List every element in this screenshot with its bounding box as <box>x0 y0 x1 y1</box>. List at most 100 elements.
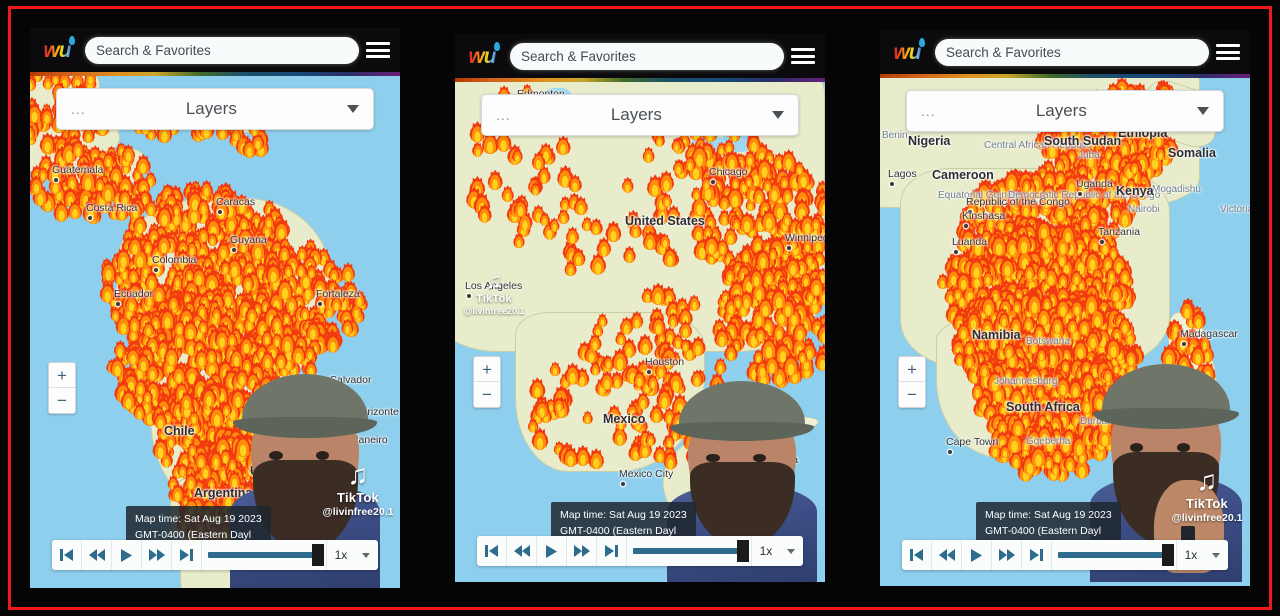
wu-logo-icon[interactable]: wu <box>886 39 928 65</box>
fire-marker <box>1190 386 1204 404</box>
timeline-handle[interactable] <box>1162 544 1174 566</box>
skip-to-end-button[interactable] <box>172 540 202 570</box>
chevron-down-icon[interactable] <box>787 549 795 554</box>
fire-marker <box>1187 388 1204 409</box>
fast-forward-button[interactable] <box>992 540 1022 570</box>
fire-marker <box>744 278 757 294</box>
fire-marker <box>1086 351 1100 369</box>
fire-marker <box>122 228 135 245</box>
animation-player-controls[interactable]: 1x <box>902 540 1228 570</box>
fire-marker <box>1064 379 1078 397</box>
timeline-handle[interactable] <box>737 540 749 562</box>
layers-dropdown[interactable]: ... Layers <box>906 90 1224 132</box>
zoom-out-button[interactable]: − <box>49 388 75 413</box>
skip-to-start-button[interactable] <box>477 536 507 566</box>
map-north-america[interactable]: ... Layers EdmontonUnited StatesChicagoL… <box>455 82 825 582</box>
chevron-down-icon[interactable] <box>1197 107 1209 115</box>
hamburger-icon[interactable] <box>791 46 815 66</box>
chevron-down-icon[interactable] <box>347 105 359 113</box>
city-dot <box>318 302 322 306</box>
fire-marker <box>598 379 612 396</box>
skip-to-end-button[interactable] <box>1022 540 1052 570</box>
fire-marker <box>972 281 983 295</box>
play-button[interactable] <box>537 536 567 566</box>
play-button[interactable] <box>112 540 142 570</box>
fire-marker <box>744 150 757 166</box>
fire-marker <box>127 336 145 359</box>
map-africa[interactable]: ... Layers SudanKanoN'DjamenaNigeriaBeni… <box>880 78 1250 586</box>
zoom-controls[interactable]: + − <box>898 356 926 408</box>
zoom-out-button[interactable]: − <box>474 382 500 407</box>
map-label: Namibia <box>972 328 1021 342</box>
wu-logo-icon[interactable]: wu <box>461 43 503 69</box>
fast-forward-button[interactable] <box>142 540 172 570</box>
wu-logo-icon[interactable]: wu <box>36 37 78 63</box>
zoom-controls[interactable]: + − <box>48 362 76 414</box>
fire-marker <box>234 359 249 378</box>
skip-to-end-button[interactable] <box>597 536 627 566</box>
hamburger-icon[interactable] <box>1216 42 1240 62</box>
skip-to-start-button[interactable] <box>902 540 932 570</box>
fire-marker <box>675 380 686 394</box>
fire-marker <box>1089 376 1105 397</box>
chevron-down-icon[interactable] <box>772 111 784 119</box>
fire-marker <box>165 343 179 361</box>
rewind-button[interactable] <box>507 536 537 566</box>
fire-marker <box>264 265 280 285</box>
zoom-out-button[interactable]: − <box>899 382 925 407</box>
animation-player-controls[interactable]: 1x <box>52 540 378 570</box>
fire-marker <box>1027 291 1038 305</box>
fast-forward-button[interactable] <box>567 536 597 566</box>
fire-marker <box>1058 412 1073 431</box>
fire-marker <box>213 399 230 421</box>
play-button[interactable] <box>962 540 992 570</box>
zoom-in-button[interactable]: + <box>474 357 500 382</box>
timeline-slider[interactable] <box>627 536 751 566</box>
rewind-button[interactable] <box>932 540 962 570</box>
fire-marker <box>198 442 213 461</box>
fire-marker <box>259 374 274 393</box>
fire-marker <box>30 130 37 146</box>
fire-marker <box>955 272 967 287</box>
fire-marker <box>782 353 800 376</box>
chevron-down-icon[interactable] <box>1212 553 1220 558</box>
fire-marker <box>187 442 198 456</box>
map-label: Colombia <box>152 254 196 266</box>
map-south-america[interactable]: ... Layers CubaGuatemalaCosta RicaCaraca… <box>30 76 400 588</box>
layers-dropdown[interactable]: ... Layers <box>56 88 374 130</box>
fire-marker <box>968 257 985 279</box>
fire-marker <box>581 216 593 231</box>
fire-marker <box>261 392 277 412</box>
skip-to-start-button[interactable] <box>52 540 82 570</box>
playback-speed-dropdown[interactable]: 1x <box>1176 540 1228 570</box>
chevron-down-icon[interactable] <box>362 553 370 558</box>
fire-marker <box>205 423 220 442</box>
zoom-in-button[interactable]: + <box>49 363 75 388</box>
playback-speed-dropdown[interactable]: 1x <box>326 540 378 570</box>
search-input[interactable]: Search & Favorites <box>935 39 1209 66</box>
timeline-slider[interactable] <box>1052 540 1176 570</box>
timeline-handle[interactable] <box>312 544 324 566</box>
search-input[interactable]: Search & Favorites <box>85 37 359 64</box>
fire-marker <box>1070 295 1084 312</box>
rewind-button[interactable] <box>82 540 112 570</box>
layers-dropdown[interactable]: ... Layers <box>481 94 799 136</box>
fire-marker <box>589 252 606 274</box>
playback-speed-dropdown[interactable]: 1x <box>751 536 803 566</box>
timeline-slider[interactable] <box>202 540 326 570</box>
fire-marker <box>1002 240 1015 256</box>
zoom-in-button[interactable]: + <box>899 357 925 382</box>
zoom-controls[interactable]: + − <box>473 356 501 408</box>
fire-marker <box>266 378 281 397</box>
animation-player-controls[interactable]: 1x <box>477 536 803 566</box>
fire-marker <box>250 211 264 228</box>
fire-marker <box>1090 311 1108 334</box>
fire-marker <box>1049 310 1062 327</box>
fire-marker <box>1021 349 1038 370</box>
fire-marker <box>216 467 232 487</box>
fire-marker <box>1070 298 1084 316</box>
search-input[interactable]: Search & Favorites <box>510 43 784 70</box>
fire-marker <box>1057 212 1073 232</box>
fire-marker <box>998 293 1015 314</box>
hamburger-icon[interactable] <box>366 40 390 60</box>
